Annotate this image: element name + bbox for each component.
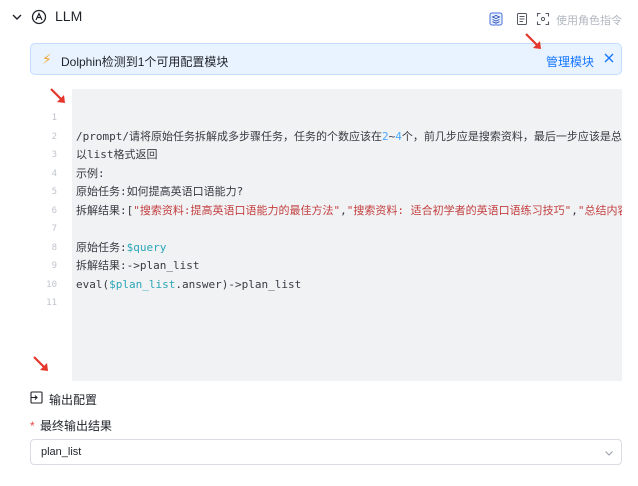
line-number: 8 (51, 242, 57, 253)
final-result-value: plan_list (41, 446, 82, 458)
expand-icon[interactable] (536, 12, 550, 26)
chevron-down-icon[interactable] (11, 11, 23, 23)
annotation-arrow (33, 356, 48, 371)
line-number: 2 (51, 131, 57, 142)
line-number: 5 (51, 187, 57, 197)
annotation-arrow (50, 88, 65, 103)
code-line: eval($plan_list.answer)->plan_list (76, 276, 622, 295)
banner-message: Dolphin检测到1个可用配置模块 (61, 55, 229, 69)
chevron-down-icon (605, 451, 613, 456)
final-result-select[interactable]: plan_list (30, 439, 622, 465)
code-token: , (571, 203, 578, 217)
code-token: $query (126, 240, 167, 254)
code-token: 原始任务:如何提高英语口语能力? (76, 185, 244, 198)
code-token: 以list格式返回 (76, 148, 158, 161)
code-line: 原始任务:如何提高英语口语能力? (76, 183, 622, 202)
line-number: 4 (51, 168, 57, 179)
code-token: 原始任务: (76, 240, 127, 254)
node-title: LLM (55, 8, 83, 24)
code-token: .answer)->plan_list (175, 277, 302, 291)
line-number: 9 (51, 261, 57, 271)
line-number: 3 (51, 150, 57, 160)
code-content[interactable]: /prompt/请将原始任务拆解成多步骤任务，任务的个数应该在2~4个，前几步应… (76, 109, 622, 313)
code-token: 示例: (76, 166, 105, 180)
layers-icon[interactable] (489, 12, 503, 26)
code-token: "搜索资料:提高英语口语能力的最佳方法" (133, 203, 341, 217)
final-result-label: 最终输出结果 (40, 419, 113, 433)
code-token: 拆解结果:[ (76, 203, 134, 217)
annotation-arrow (525, 33, 541, 49)
line-number: 7 (51, 224, 57, 234)
line-number: 6 (51, 205, 57, 216)
code-token: "总结内容" (577, 203, 622, 217)
lightning-icon: ⚡ (42, 51, 52, 67)
line-numbers: 1 2 3 4 5 6 7 8 9 10 11 (30, 109, 57, 313)
code-token: 2 (381, 129, 389, 143)
code-line: 拆解结果:->plan_list (76, 257, 622, 276)
output-config-icon (30, 391, 43, 404)
line-number: 10 (46, 279, 57, 290)
code-token: "搜索资料: 适合初学者的英语口语练习技巧" (346, 203, 572, 217)
code-line: /prompt/请将原始任务拆解成多步骤任务，任务的个数应该在2~4个，前几步应… (76, 128, 622, 147)
code-line: 原始任务:$query (76, 239, 622, 258)
output-config-title: 输出配置 (49, 393, 98, 407)
code-token: /prompt/请将原始任务拆解成多步骤任务，任务的个数应该在 (76, 129, 382, 143)
code-token: 个，前几步应是搜索资料，最后一步应该是总结内容 (401, 129, 622, 143)
role-command-toggle[interactable]: 使用角色指令 (556, 12, 622, 28)
close-icon[interactable] (603, 52, 615, 64)
manage-modules-link[interactable]: 管理模块 (546, 53, 594, 70)
prompt-code-editor[interactable]: 1 2 3 4 5 6 7 8 9 10 11 /prompt/请将原始任务拆解成多步骤任务，任务的… (30, 89, 622, 381)
code-token: 拆解结果:->plan_list (76, 259, 200, 272)
code-token: , (340, 203, 347, 217)
code-line: 示例: (76, 165, 622, 184)
code-line: 以list格式返回 (76, 146, 622, 165)
required-mark: * (30, 419, 35, 433)
llm-node-header: LLM 使用角色指令 (0, 0, 638, 34)
code-line: 拆解结果:["搜索资料:提高英语口语能力的最佳方法","搜索资料: 适合初学者的… (76, 202, 622, 221)
document-icon[interactable] (515, 12, 529, 26)
line-number: 1 (51, 113, 57, 123)
code-token: 4 (395, 129, 402, 143)
llm-brain-icon (31, 9, 47, 25)
code-token: $plan_list (109, 277, 176, 291)
line-number: 11 (46, 298, 57, 308)
code-token: eval( (76, 277, 110, 291)
